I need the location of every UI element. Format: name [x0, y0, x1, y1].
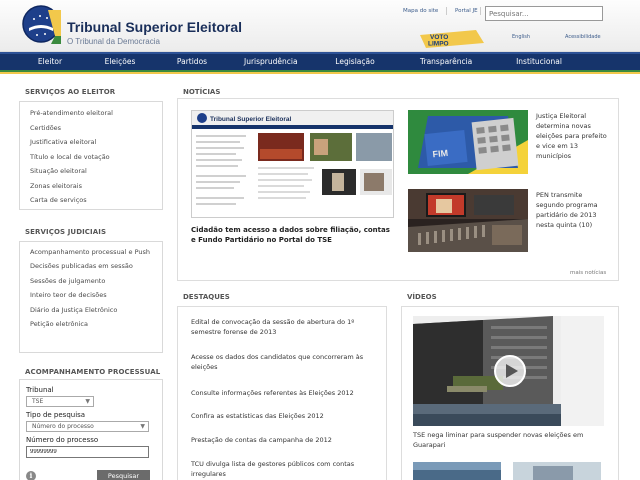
- court-select[interactable]: TSE ▼: [26, 396, 94, 407]
- judicial-services-box: Acompanhamento processual e Push Decisõe…: [19, 241, 163, 353]
- court-label: Tribunal: [26, 386, 54, 394]
- court-select-value: TSE: [32, 398, 44, 405]
- screen-label: FIM: [432, 148, 448, 160]
- site-header: Tribunal Superior Eleitoral O Tribunal d…: [0, 0, 640, 52]
- main-nav: Eleitor Eleições Partidos Jurisprudência…: [0, 52, 640, 70]
- portal-screenshot-image: Tribunal Superior Eleitoral: [192, 111, 393, 217]
- process-search-button[interactable]: Pesquisar: [97, 470, 150, 480]
- voter-service-item[interactable]: Certidões: [20, 121, 162, 136]
- judicial-service-item[interactable]: Decisões publicadas em sessão: [20, 259, 162, 274]
- play-icon[interactable]: [493, 354, 527, 388]
- nav-item-institucional[interactable]: Institucional: [470, 54, 608, 70]
- highlight-item[interactable]: Acesse os dados dos candidatos que conco…: [191, 352, 377, 372]
- video-thumb[interactable]: [513, 462, 601, 480]
- video-thumb[interactable]: [413, 462, 501, 480]
- video-thumb-image: [513, 462, 601, 480]
- preview-title: Tribunal Superior Eleitoral: [210, 116, 291, 123]
- news-thumb-studio[interactable]: [408, 189, 528, 252]
- site-subtitle: O Tribunal da Democracia: [67, 37, 160, 46]
- video-player[interactable]: [413, 316, 604, 426]
- nav-item-eleicoes[interactable]: Eleições: [100, 54, 140, 70]
- news-main-headline[interactable]: Cidadão tem acesso a dados sobre filiaçã…: [191, 225, 396, 245]
- judicial-service-item[interactable]: Acompanhamento processual e Push: [20, 246, 162, 259]
- search-type-value: Número do processo: [32, 423, 94, 430]
- voter-service-item[interactable]: Pré-atendimento eleitoral: [20, 106, 162, 121]
- video-headline[interactable]: TSE nega liminar para suspender novas el…: [413, 430, 608, 450]
- site-map-link[interactable]: Mapa do site: [403, 8, 438, 14]
- news-side-headline[interactable]: PEN transmite segundo programa partidári…: [536, 190, 612, 230]
- voter-service-item[interactable]: Zonas eleitorais: [20, 179, 162, 194]
- voter-services-box: Pré-atendimento eleitoral Certidões Just…: [19, 101, 163, 210]
- site-title[interactable]: Tribunal Superior Eleitoral: [67, 19, 242, 35]
- news-main-image[interactable]: Tribunal Superior Eleitoral: [191, 110, 394, 218]
- divider: [446, 7, 447, 15]
- judicial-service-item[interactable]: Diário da Justiça Eletrônico: [20, 303, 162, 318]
- judicial-service-item[interactable]: Petição eletrônica: [20, 317, 162, 332]
- nav-item-jurisprudencia[interactable]: Jurisprudência: [244, 54, 298, 70]
- judicial-service-item[interactable]: Inteiro teor de decisões: [20, 288, 162, 303]
- voter-service-item[interactable]: Justificativa eleitoral: [20, 135, 162, 150]
- accessibility-link[interactable]: Acessibilidade: [565, 34, 601, 40]
- info-icon[interactable]: i: [26, 471, 36, 480]
- chevron-down-icon: ▼: [140, 423, 145, 430]
- videos-title: VÍDEOS: [407, 293, 437, 301]
- highlight-item[interactable]: Confira as estatísticas das Eleições 201…: [191, 411, 377, 421]
- news-side-headline[interactable]: Justiça Eleitoral determina novas eleiçõ…: [536, 111, 612, 161]
- search-type-select[interactable]: Número do processo ▼: [26, 421, 149, 432]
- highlight-item[interactable]: TCU divulga lista de gestores públicos c…: [191, 459, 377, 479]
- badge-line2: LIMPO: [428, 41, 449, 48]
- highlights-title: DESTAQUES: [183, 293, 230, 301]
- judicial-service-item[interactable]: Sessões de julgamento: [20, 274, 162, 289]
- voter-service-item[interactable]: Situação eleitoral: [20, 164, 162, 179]
- highlight-item[interactable]: Prestação de contas da campanha de 2012: [191, 435, 377, 445]
- portal-link[interactable]: Portal JE: [455, 8, 478, 14]
- nav-item-partidos[interactable]: Partidos: [140, 54, 244, 70]
- more-news-link[interactable]: mais notícias: [570, 270, 606, 276]
- nav-stripe: [0, 70, 640, 74]
- process-tracking-title: ACOMPANHAMENTO PROCESSUAL: [25, 368, 161, 376]
- news-title: NOTÍCIAS: [183, 88, 221, 96]
- search-type-label: Tipo de pesquisa: [26, 411, 86, 419]
- divider: [480, 7, 481, 15]
- highlight-item[interactable]: Consulte informações referentes às Eleiç…: [191, 388, 377, 398]
- voting-machine-image: FIM: [408, 110, 528, 174]
- news-thumb-voting-machine[interactable]: FIM: [408, 110, 528, 174]
- voter-service-item[interactable]: Carta de serviços: [20, 193, 162, 208]
- tse-emblem-icon[interactable]: [21, 4, 63, 46]
- voter-service-item[interactable]: Título e local de votação: [20, 150, 162, 165]
- voto-limpo-badge[interactable]: VOTO LIMPO: [420, 30, 484, 48]
- chevron-down-icon: ▼: [85, 398, 90, 405]
- english-link[interactable]: English: [512, 34, 530, 40]
- process-number-input[interactable]: [26, 446, 149, 458]
- judicial-services-title: SERVIÇOS JUDICIAIS: [25, 228, 107, 236]
- nav-item-eleitor[interactable]: Eleitor: [0, 54, 100, 70]
- search-input[interactable]: [485, 6, 603, 21]
- voter-services-title: SERVIÇOS AO ELEITOR: [25, 88, 116, 96]
- nav-item-transparencia[interactable]: Transparência: [420, 54, 472, 70]
- nav-item-legislacao[interactable]: Legislação: [290, 54, 420, 70]
- video-thumb-image: [413, 462, 501, 480]
- process-number-label: Número do processo: [26, 436, 99, 444]
- highlight-item[interactable]: Edital de convocação da sessão de abertu…: [191, 317, 377, 337]
- tv-studio-image: [408, 189, 528, 252]
